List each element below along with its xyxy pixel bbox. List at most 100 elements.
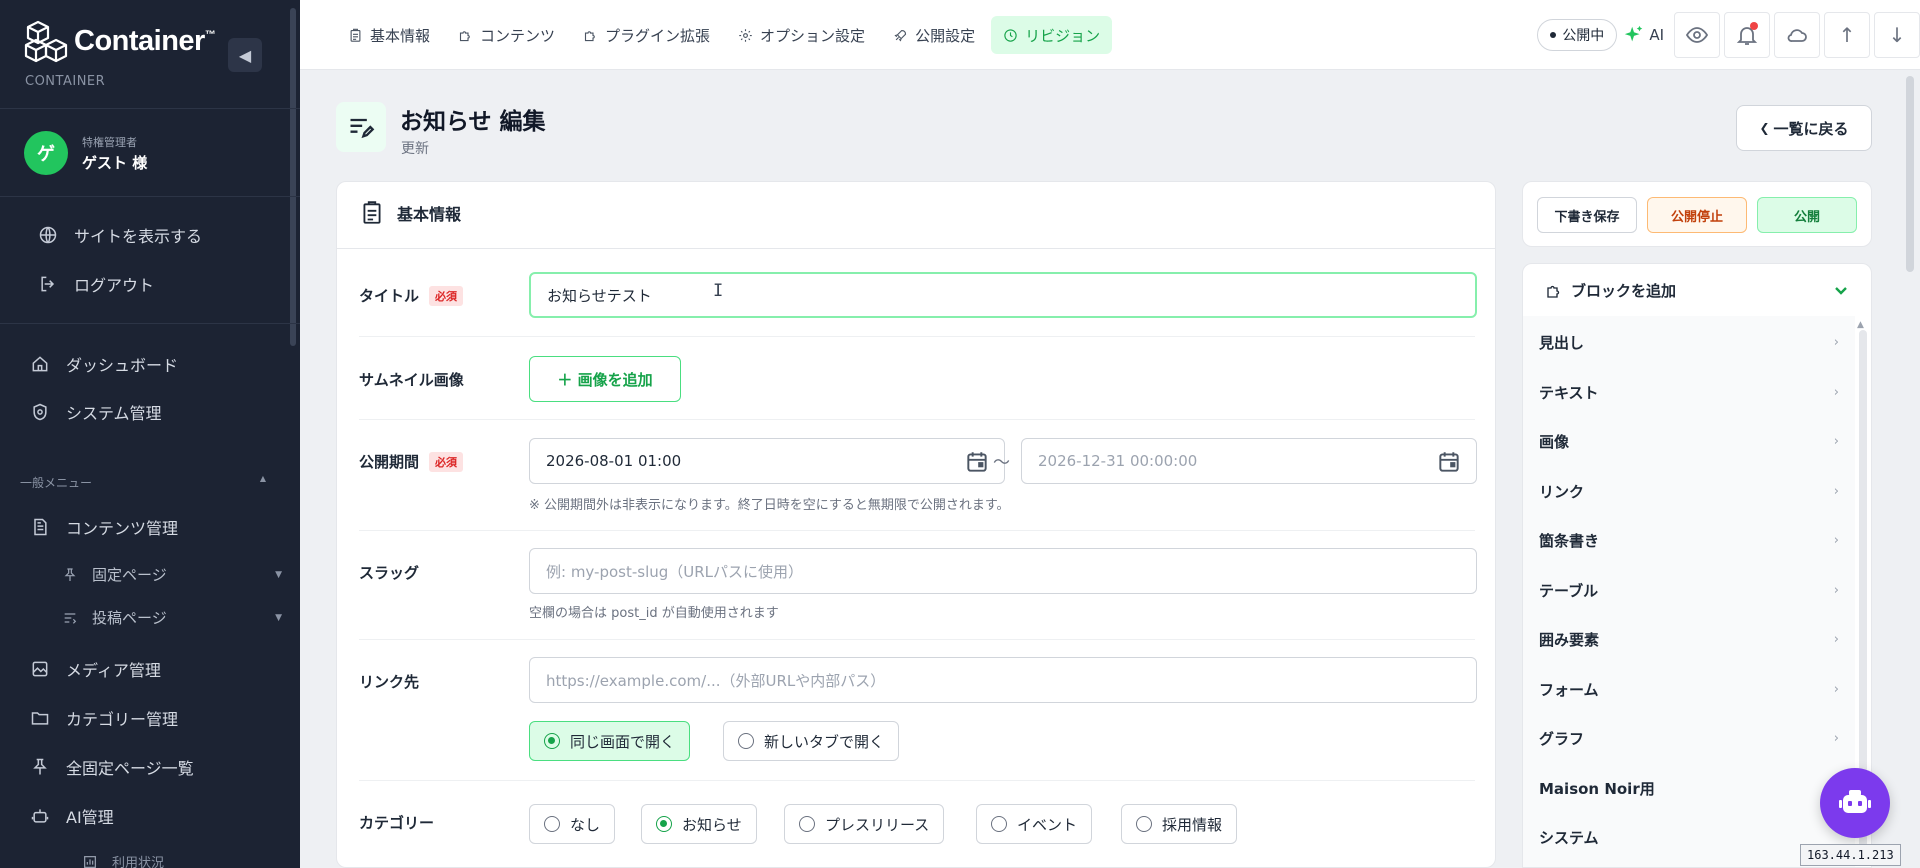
radio-dot xyxy=(544,733,560,749)
ai-button[interactable]: AI xyxy=(1623,24,1664,46)
image-icon xyxy=(32,661,48,677)
user-role: 特権管理者 xyxy=(82,135,137,149)
cloud-button[interactable] xyxy=(1774,12,1820,58)
block-item-box[interactable]: 囲み要素 › xyxy=(1539,629,1839,650)
triangle-left-icon: ◀ xyxy=(238,45,252,65)
back-to-list-button[interactable]: ❮ 一覧に戻る xyxy=(1736,105,1872,151)
block-item-label: フォーム xyxy=(1539,681,1599,699)
category-press-radio[interactable]: プレスリリース xyxy=(784,804,945,844)
block-item-maison-noir[interactable]: Maison Noir用 xyxy=(1539,778,1839,799)
radio-dot xyxy=(799,816,815,832)
period-end-input[interactable]: 2026-12-31 00:00:00 xyxy=(1021,438,1477,484)
menu-section-header[interactable]: 一般メニュー ▲ xyxy=(20,474,266,491)
clipboard-icon xyxy=(363,201,381,224)
tab-publish-settings[interactable]: 公開設定 xyxy=(881,16,987,54)
chevron-down-icon[interactable] xyxy=(1833,282,1849,298)
block-item-label: 箇条書き xyxy=(1539,532,1600,550)
sidebar-item-content[interactable]: コンテンツ管理 xyxy=(30,515,178,539)
sidebar-scrollbar[interactable] xyxy=(290,8,296,346)
unpublish-button[interactable]: 公開停止 xyxy=(1647,197,1747,233)
logout-link[interactable]: ログアウト xyxy=(38,272,154,296)
add-image-label: ＋ 画像を追加 xyxy=(557,370,653,389)
chevron-right-icon: › xyxy=(1833,632,1839,647)
block-item-text[interactable]: テキスト › xyxy=(1539,382,1839,403)
period-start-input[interactable]: 2026-08-01 01:00 xyxy=(529,438,1005,484)
scroll-up-icon[interactable]: ▲ xyxy=(1857,320,1864,330)
puzzle-icon xyxy=(459,30,470,41)
block-item-table[interactable]: テーブル › xyxy=(1539,580,1839,601)
save-draft-button[interactable]: 下書き保存 xyxy=(1537,197,1637,233)
page-scrollbar[interactable] xyxy=(1906,76,1914,272)
sidebar-item-ai[interactable]: AI管理 xyxy=(30,804,114,828)
tab-basic-info[interactable]: 基本情報 xyxy=(336,16,442,54)
scroll-up-button[interactable]: ↑ xyxy=(1824,12,1870,58)
tab-revisions[interactable]: リビジョン xyxy=(991,16,1113,54)
radio-label: なし xyxy=(570,815,601,834)
menu-section-label: 一般メニュー xyxy=(20,476,93,490)
tab-options[interactable]: オプション設定 xyxy=(726,16,877,54)
calendar-icon[interactable] xyxy=(964,449,990,475)
notification-badge xyxy=(1750,22,1758,30)
block-item-label: 画像 xyxy=(1539,433,1570,451)
tab-plugins[interactable]: プラグイン拡張 xyxy=(571,16,722,54)
brand-logo[interactable]: Container™ xyxy=(22,18,216,64)
radio-label: 新しいタブで開く xyxy=(764,732,885,751)
title-input[interactable]: お知らせテスト xyxy=(529,272,1477,318)
category-news-radio[interactable]: お知らせ xyxy=(641,804,757,844)
sidebar-item-system[interactable]: システム管理 xyxy=(30,400,162,424)
sidebar-subitem-posts[interactable]: 投稿ページ ▼ xyxy=(62,607,282,628)
radio-dot xyxy=(738,733,754,749)
category-recruit-radio[interactable]: 採用情報 xyxy=(1121,804,1238,844)
view-site-label: サイトを表示する xyxy=(74,227,203,246)
tab-label: 基本情報 xyxy=(370,26,431,45)
sidebar-subitem-usage[interactable]: 利用状況 xyxy=(82,852,300,868)
tab-contents[interactable]: コンテンツ xyxy=(446,16,567,54)
radio-label: プレスリリース xyxy=(825,815,930,834)
slug-placeholder: 例: my-post-slug（URLパスに使用） xyxy=(546,562,804,581)
view-site-link[interactable]: サイトを表示する xyxy=(38,223,202,247)
open-same-window-radio[interactable]: 同じ画面で開く xyxy=(529,721,691,761)
caret-down-icon: ▼ xyxy=(275,612,282,623)
status-badge[interactable]: 公開中 xyxy=(1537,19,1618,51)
card-title: 基本情報 xyxy=(397,205,462,224)
block-item-link[interactable]: リンク › xyxy=(1539,481,1839,502)
block-item-heading[interactable]: 見出し › xyxy=(1539,332,1839,353)
category-event-radio[interactable]: イベント xyxy=(976,804,1093,844)
ai-assistant-button[interactable] xyxy=(1820,768,1890,838)
category-none-radio[interactable]: なし xyxy=(529,804,616,844)
block-item-bullets[interactable]: 箇条書き › xyxy=(1539,530,1839,551)
sidebar-subitem-fixed-pages[interactable]: 固定ページ ▼ xyxy=(62,564,282,585)
sidebar-subitem-label: 投稿ページ xyxy=(92,609,167,627)
block-item-label: テキスト xyxy=(1539,384,1599,402)
chevron-left-icon: ❮ xyxy=(1759,121,1770,135)
block-item-system[interactable]: システム xyxy=(1539,827,1839,848)
add-image-button[interactable]: ＋ 画像を追加 xyxy=(529,356,681,402)
radio-label: イベント xyxy=(1017,815,1078,834)
scroll-down-button[interactable]: ↓ xyxy=(1874,12,1920,58)
block-item-image[interactable]: 画像 › xyxy=(1539,431,1839,452)
sidebar-item-all-fixed-pages[interactable]: 全固定ページ一覧 xyxy=(30,755,194,779)
sidebar-item-media[interactable]: メディア管理 xyxy=(30,657,161,681)
sidebar-item-dashboard[interactable]: ダッシュボード xyxy=(30,352,178,376)
arrow-down-icon: ↓ xyxy=(1888,23,1906,47)
sidebar-item-category[interactable]: カテゴリー管理 xyxy=(30,706,178,730)
link-input[interactable]: https://example.com/...（外部URLや内部パス） xyxy=(529,657,1477,703)
open-new-tab-radio[interactable]: 新しいタブで開く xyxy=(723,721,900,761)
divider xyxy=(0,323,300,324)
add-block-header[interactable]: ブロックを追加 xyxy=(1545,280,1676,301)
block-item-graph[interactable]: グラフ › xyxy=(1539,728,1839,749)
sidebar-collapse-button[interactable]: ◀ xyxy=(228,38,262,72)
block-item-form[interactable]: フォーム › xyxy=(1539,679,1839,700)
edit-list-icon xyxy=(350,118,375,139)
sidebar: Container™ CONTAINER ◀ ゲ 特権管理者 ゲスト 様 サイト… xyxy=(0,0,300,868)
tab-label: オプション設定 xyxy=(760,26,866,45)
preview-button[interactable] xyxy=(1674,12,1720,58)
user-profile[interactable]: ゲ 特権管理者 ゲスト 様 xyxy=(24,131,147,175)
publish-button[interactable]: 公開 xyxy=(1757,197,1857,233)
slug-help: 空欄の場合は post_id が自動使用されます xyxy=(529,606,779,621)
notifications-button[interactable] xyxy=(1724,12,1770,58)
slug-input[interactable]: 例: my-post-slug（URLパスに使用） xyxy=(529,548,1477,594)
calendar-icon[interactable] xyxy=(1436,449,1462,475)
sidebar-item-label: カテゴリー管理 xyxy=(66,710,179,729)
required-badge: 必須 xyxy=(429,451,464,472)
